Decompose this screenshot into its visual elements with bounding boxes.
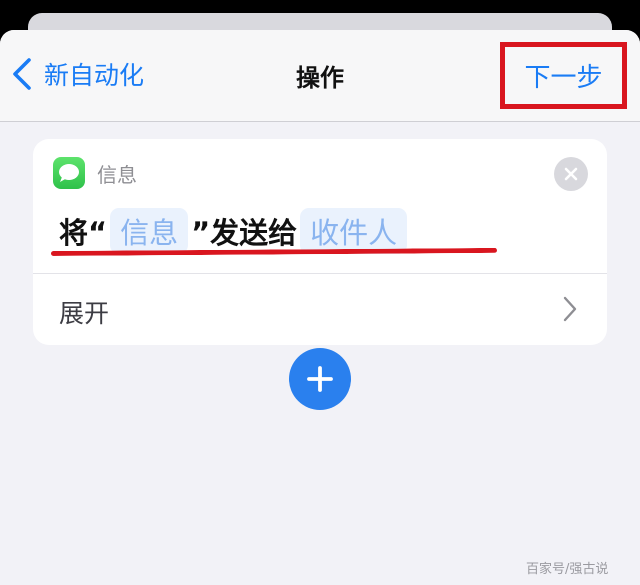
- action-sentence: 将“ 信息 ”发送给 收件人: [59, 208, 410, 254]
- action-middle: ”发送给: [191, 216, 298, 250]
- navigation-bar: 新自动化 操作 下一步: [0, 30, 640, 122]
- app-name-label: 信息: [97, 163, 137, 187]
- next-button[interactable]: 下一步: [500, 42, 627, 109]
- remove-action-button[interactable]: [554, 157, 588, 191]
- action-prefix: 将“: [59, 216, 108, 250]
- chevron-right-icon: [563, 296, 577, 322]
- expand-row[interactable]: 展开: [33, 274, 607, 345]
- add-action-button[interactable]: [289, 348, 351, 410]
- action-card: 信息 将“ 信息 ”发送给 收件人 展开: [33, 139, 607, 345]
- modal-sheet: 新自动化 操作 下一步 信息 将“ 信息 ”发送给 收件人 展开: [0, 30, 640, 585]
- next-button-label: 下一步: [524, 63, 603, 93]
- close-icon: [564, 167, 578, 181]
- messages-icon: [53, 157, 85, 189]
- message-token[interactable]: 信息: [110, 208, 189, 254]
- recipient-token[interactable]: 收件人: [300, 208, 408, 254]
- plus-icon: [307, 366, 333, 392]
- expand-label: 展开: [59, 299, 110, 328]
- screen: 新自动化 操作 下一步 信息 将“ 信息 ”发送给 收件人 展开 百家号/强古说: [0, 0, 640, 585]
- watermark-text: 百家号/强古说: [526, 562, 609, 577]
